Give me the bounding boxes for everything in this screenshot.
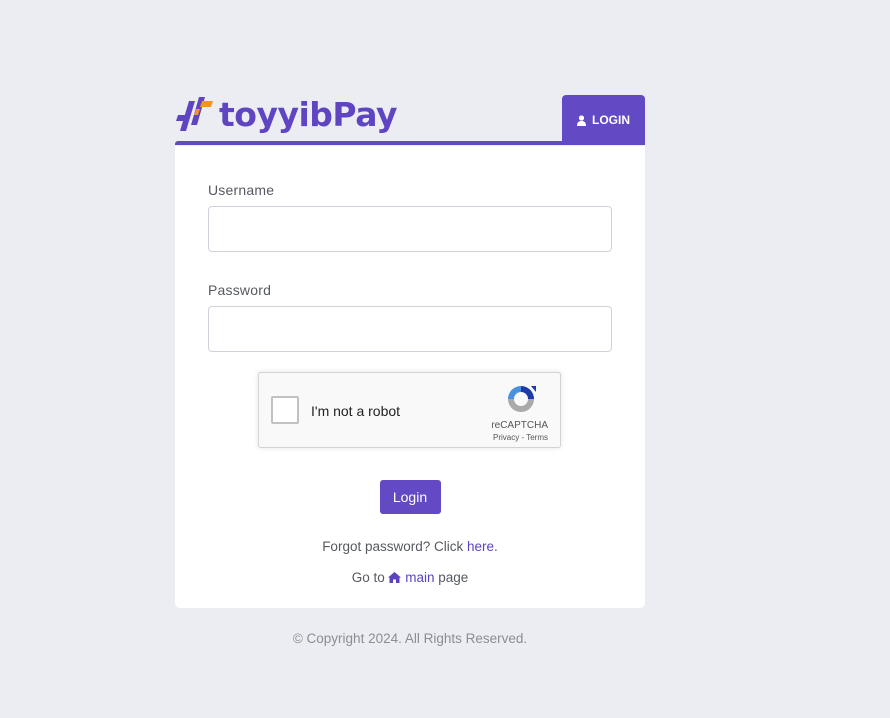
recaptcha-label: I'm not a robot <box>311 403 401 419</box>
login-header: toyyibPay LOGIN <box>175 94 645 146</box>
copyright-text: © Copyright 2024. All Rights Reserved. <box>292 631 528 646</box>
goto-suffix: page <box>434 570 469 585</box>
accent-bar <box>175 141 645 145</box>
forgot-suffix: . <box>494 539 498 554</box>
recaptcha-brand: reCAPTCHA <box>491 420 548 431</box>
recaptcha-terms-link[interactable]: Terms <box>526 433 548 442</box>
username-label: Username <box>208 182 275 198</box>
login-panel: toyyibPay LOGIN Username Password I'm no… <box>175 94 645 646</box>
home-icon <box>388 572 402 583</box>
goto-prefix: Go to <box>351 570 389 585</box>
login-card: Username Password I'm not a robot reCAPT… <box>175 146 645 608</box>
recaptcha-checkbox[interactable] <box>271 396 299 424</box>
password-label: Password <box>208 282 272 298</box>
login-tab[interactable]: LOGIN <box>562 95 645 145</box>
username-input[interactable] <box>208 206 612 252</box>
user-icon <box>577 114 586 126</box>
recaptcha-privacy-link[interactable]: Privacy <box>493 433 519 442</box>
main-page-link[interactable]: main <box>388 570 435 585</box>
recaptcha-links: Privacy - Terms <box>493 433 548 442</box>
login-tab-label: LOGIN <box>592 113 630 127</box>
forgot-password-link[interactable]: here <box>467 539 494 554</box>
brand-name: toyyibPay <box>219 94 397 134</box>
toyyibpay-logo-icon <box>176 97 213 131</box>
password-input[interactable] <box>208 306 612 352</box>
recaptcha-widget: I'm not a robot reCAPTCHA Privacy - Term… <box>258 372 561 448</box>
brand-logo[interactable]: toyyibPay <box>175 94 397 134</box>
login-button[interactable]: Login <box>379 480 441 514</box>
forgot-prefix: Forgot password? Click <box>322 539 467 554</box>
forgot-password-text: Forgot password? Click here. <box>208 539 612 554</box>
goto-main-text: Go to main page <box>208 570 612 585</box>
recaptcha-logo-icon <box>508 386 536 412</box>
main-link-label: main <box>405 570 435 585</box>
